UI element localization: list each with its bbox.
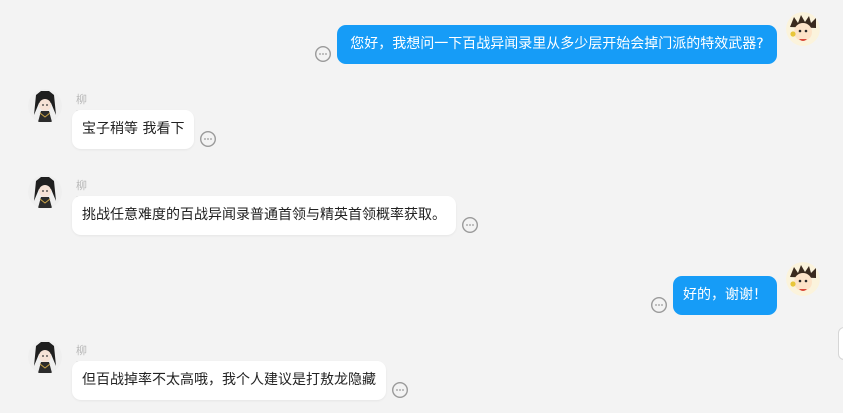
agent-avatar[interactable] [28, 340, 62, 374]
side-panel-handle[interactable] [838, 327, 843, 360]
user-avatar[interactable] [786, 12, 820, 46]
comment-icon[interactable] [650, 296, 668, 314]
agent-avatar[interactable] [28, 89, 62, 123]
comment-icon[interactable] [199, 130, 217, 148]
message-bubble: 但百战掉率不太高哦，我个人建议是打敖龙隐藏 [72, 361, 386, 400]
user-avatar[interactable] [786, 262, 820, 296]
message-bubble: 宝子稍等 我看下 [72, 110, 194, 149]
comment-icon[interactable] [461, 216, 479, 234]
comment-icon[interactable] [314, 45, 332, 63]
agent-avatar[interactable] [28, 175, 62, 209]
message-bubble: 挑战任意难度的百战异闻录普通首领与精英首领概率获取。 [72, 196, 456, 235]
message-bubble: 好的，谢谢！ [673, 276, 777, 315]
message-bubble: 您好，我想问一下百战异闻录里从多少层开始会掉门派的特效武器? [337, 25, 777, 64]
comment-icon[interactable] [391, 381, 409, 399]
